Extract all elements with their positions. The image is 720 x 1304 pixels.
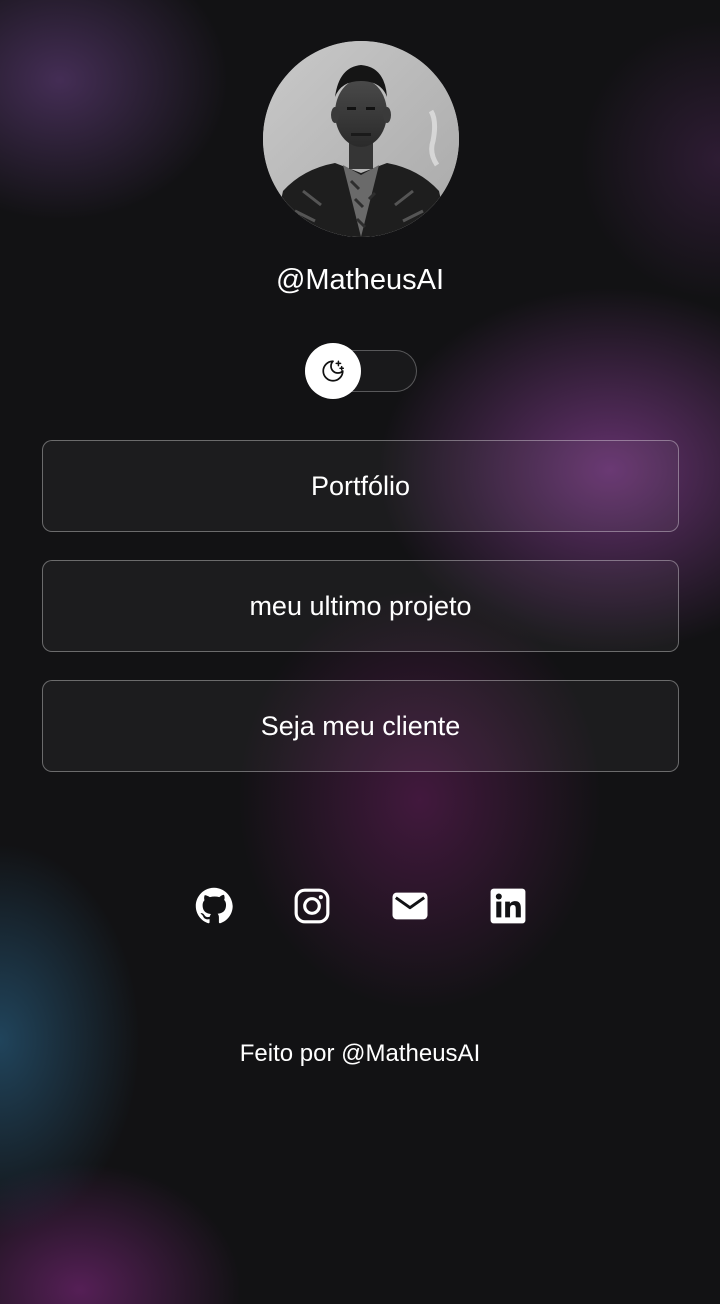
moon-stars-icon [322,360,345,382]
mail-icon [392,892,428,920]
page-content: @MatheusAI Portfólio meu ultimo projeto … [0,0,720,1304]
link-button-be-my-client[interactable]: Seja meu cliente [42,680,679,772]
instagram-icon [294,888,330,924]
email-link[interactable] [390,886,430,926]
theme-toggle[interactable] [305,343,417,399]
profile-username: @MatheusAI [275,264,445,296]
github-icon [195,887,233,924]
avatar-photo [263,41,459,237]
instagram-link[interactable] [292,886,332,926]
social-links [0,886,720,926]
linkedin-link[interactable] [488,886,528,926]
footer-credit: Feito por @MatheusAI [239,1040,481,1067]
toggle-knob[interactable] [305,343,361,399]
github-link[interactable] [194,886,234,926]
link-button-last-project[interactable]: meu ultimo projeto [42,560,679,652]
linkedin-icon [490,888,526,924]
link-button-portfolio[interactable]: Portfólio [42,440,679,532]
avatar [263,41,459,237]
